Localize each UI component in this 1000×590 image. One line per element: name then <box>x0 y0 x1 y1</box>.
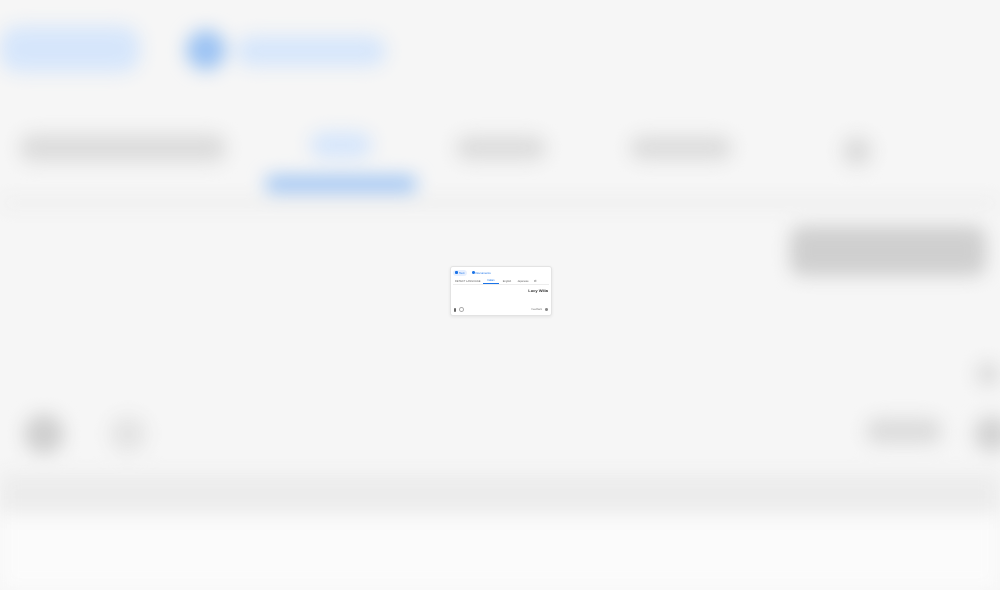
speaker-icon[interactable] <box>459 307 464 312</box>
bg-text-mode-pill <box>0 26 140 72</box>
dialog-footer: Feedback <box>454 307 548 312</box>
bg-language-2 <box>456 136 546 160</box>
translate-icon <box>455 271 458 274</box>
bg-document-icon <box>186 30 226 70</box>
language-option-1[interactable]: Italian <box>483 278 499 284</box>
bg-detect-language <box>20 134 226 162</box>
share-icon[interactable] <box>545 308 548 311</box>
bg-feedback <box>866 418 942 444</box>
bg-bottom-panel <box>0 514 1000 590</box>
mode-tabs: Text Documents <box>453 269 549 276</box>
feedback-link[interactable]: Feedback <box>532 308 543 311</box>
microphone-icon[interactable] <box>454 307 456 312</box>
translator-dialog: Text Documents DETECT LANGUAGE Italian E… <box>450 266 552 316</box>
language-option-3[interactable]: Japanese <box>515 279 531 284</box>
bg-counter <box>976 362 1000 386</box>
tab-text[interactable]: Text <box>453 269 467 276</box>
detect-language-button[interactable]: DETECT LANGUAGE <box>453 279 483 284</box>
bg-active-language <box>310 132 372 158</box>
bg-bottom-band <box>0 474 1000 514</box>
bg-language-3 <box>630 136 732 160</box>
bg-output-text <box>790 226 986 276</box>
bg-active-underline <box>266 176 416 192</box>
language-option-2[interactable]: English <box>499 279 515 284</box>
bg-divider <box>0 200 1000 206</box>
bg-mic-icon <box>24 414 64 454</box>
swap-languages-icon[interactable]: ⇄ <box>534 279 537 283</box>
tab-documents[interactable]: Documents <box>470 270 493 276</box>
bg-document-label <box>236 36 386 66</box>
translation-output: Lucy Wilia <box>528 288 548 293</box>
document-icon <box>471 271 475 274</box>
tab-documents-label: Documents <box>475 270 491 275</box>
bg-share-icon <box>974 416 1000 452</box>
bg-swap-icon <box>842 136 872 166</box>
tab-text-label: Text <box>459 270 465 275</box>
bg-speaker-icon <box>110 416 146 452</box>
language-bar: DETECT LANGUAGE Italian English Japanese… <box>453 278 549 285</box>
